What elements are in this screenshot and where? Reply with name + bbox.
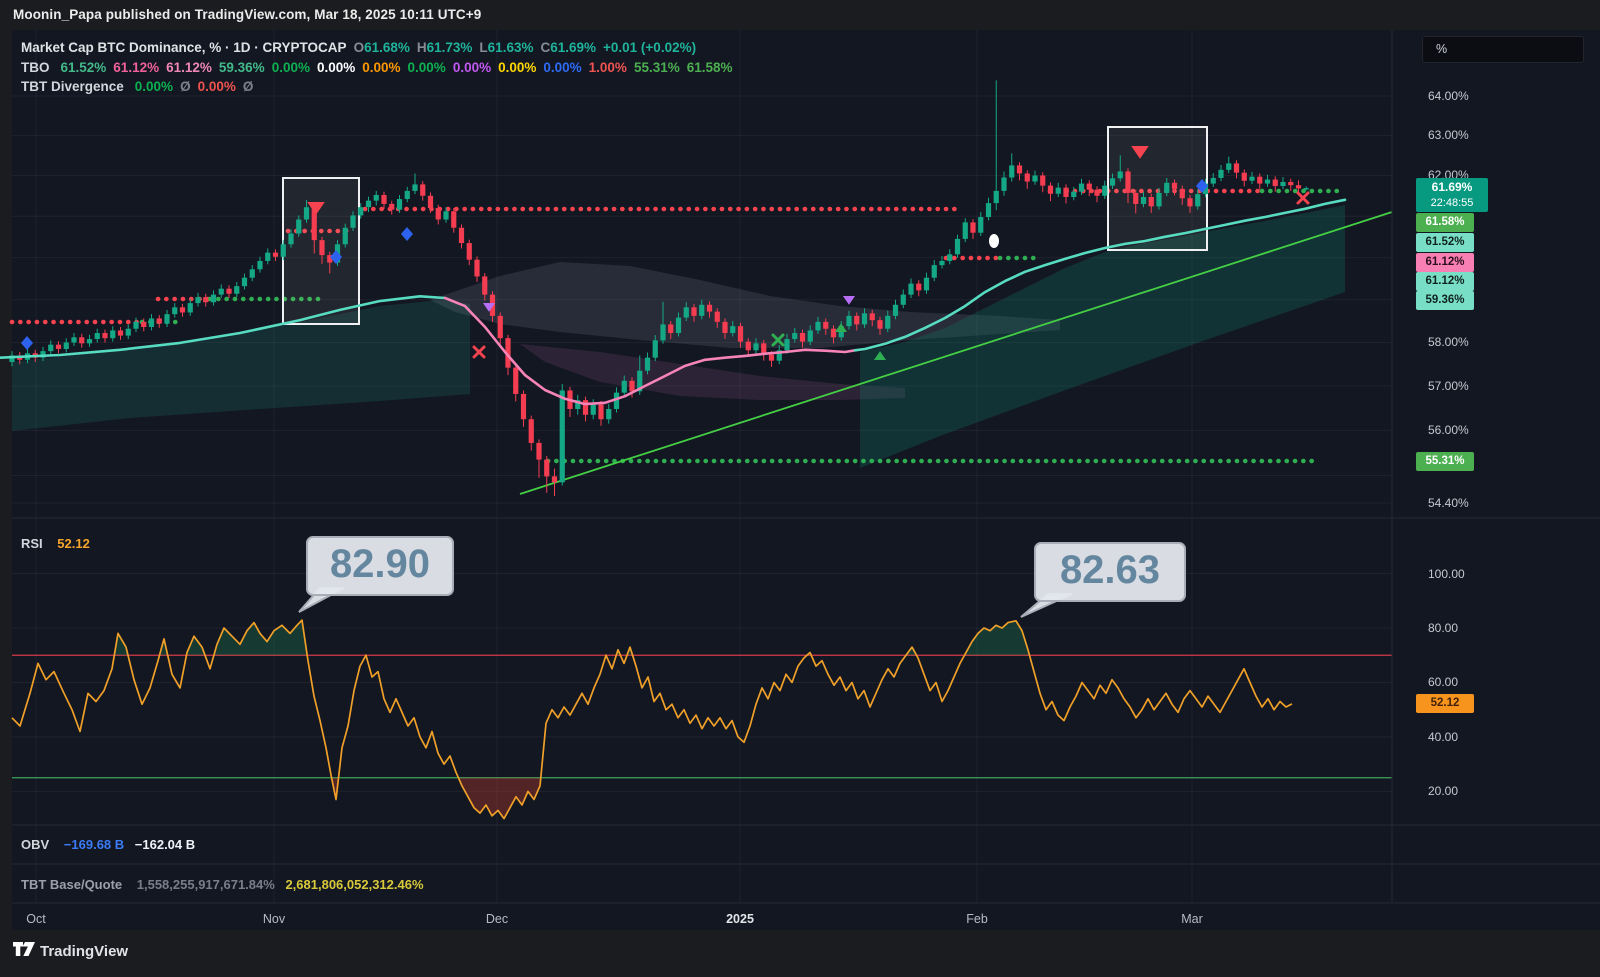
tbt-divergence-value: Ø [180, 79, 191, 94]
price-axis-label: 58.00% [1428, 335, 1498, 349]
time-axis-label: Mar [1181, 912, 1203, 926]
tbt-value-1: 1,558,255,917,671.84% [137, 877, 275, 892]
rsi-value: 52.12 [57, 536, 90, 551]
tbt-divergence-value: Ø [243, 79, 254, 94]
tbo-value: 0.00% [453, 60, 491, 75]
rsi-axis-label: 80.00 [1428, 621, 1498, 635]
price-axis-label: 56.00% [1428, 423, 1498, 437]
tbo-legend-row[interactable]: TBO 61.52% 61.12% 61.12% 59.36% 0.00% 0.00% 0.0… [21, 58, 733, 78]
ohlc-key: O [354, 40, 365, 55]
indicator-level-badge: 61.12% [1416, 253, 1474, 272]
footer-bar: TradingView [0, 930, 1600, 977]
rsi-axis-label: 60.00 [1428, 675, 1498, 689]
published-header-bar: Moonin_Papa published on TradingView.com… [0, 0, 1600, 30]
tbo-value: 61.58% [687, 60, 733, 75]
ohlc-value: 61.63% [488, 40, 534, 55]
ohlc-value: 61.69% [550, 40, 596, 55]
obv-value-1: −169.68 B [64, 837, 124, 852]
rsi-peak-callout[interactable]: 82.63 [1034, 542, 1186, 602]
obv-value-2: −162.04 B [135, 837, 195, 852]
tbo-value: 0.00% [362, 60, 400, 75]
tbo-value: 61.52% [61, 60, 107, 75]
price-axis-label: 57.00% [1428, 379, 1498, 393]
tbo-value: 0.00% [408, 60, 446, 75]
bar-countdown: 22:48:55 [1416, 196, 1488, 210]
price-axis-label: 63.00% [1428, 128, 1498, 142]
last-price-badge: 61.69%22:48:55 [1416, 178, 1488, 212]
rsi-legend-row[interactable]: RSI 52.12 [21, 536, 90, 551]
tbt-divergence-legend-row[interactable]: TBT Divergence 0.00% Ø 0.00% Ø [21, 77, 733, 97]
ohlc-key: C [540, 40, 550, 55]
tbt-divergence-label[interactable]: TBT Divergence [21, 79, 124, 94]
tradingview-published-chart: Moonin_Papa published on TradingView.com… [0, 0, 1600, 977]
rsi-label[interactable]: RSI [21, 536, 43, 551]
tbo-value: 1.00% [589, 60, 627, 75]
indicator-level-badge: 59.36% [1416, 291, 1474, 310]
tbo-value: 55.31% [634, 60, 680, 75]
published-text: Moonin_Papa published on TradingView.com… [13, 7, 481, 22]
time-axis-label: Dec [486, 912, 508, 926]
price-axis-label: 64.00% [1428, 89, 1498, 103]
change-value: +0.01 (+0.02%) [603, 40, 696, 55]
tbo-value: 0.00% [498, 60, 536, 75]
tbo-label[interactable]: TBO [21, 60, 50, 75]
symbol-legend-row[interactable]: Market Cap BTC Dominance, % · 1D · CRYPT… [21, 38, 733, 58]
indicator-level-badge: 61.58% [1416, 213, 1474, 232]
rsi-value-badge: 52.12 [1416, 694, 1474, 713]
ohlc-value: 61.73% [427, 40, 473, 55]
symbol-title[interactable]: Market Cap BTC Dominance, % · 1D · CRYPT… [21, 40, 347, 55]
rsi-axis-label: 100.00 [1428, 567, 1498, 581]
time-axis-label: 2025 [726, 912, 754, 926]
tradingview-brand-text[interactable]: TradingView [40, 943, 128, 960]
tbo-values: 61.52% 61.12% 61.12% 59.36% 0.00% 0.00% 0.00% 0… [54, 60, 733, 75]
time-axis-label: Oct [26, 912, 45, 926]
tbo-value: 61.12% [113, 60, 159, 75]
price-scale-unit-button[interactable]: % [1422, 36, 1584, 63]
obv-pane-row[interactable]: OBV −169.68 B −162.04 B [21, 837, 195, 852]
tbt-value-2: 2,681,806,052,312.46% [285, 877, 423, 892]
tbo-value: 0.00% [317, 60, 355, 75]
time-axis-label: Nov [263, 912, 285, 926]
indicator-level-badge: 61.52% [1416, 233, 1474, 252]
tbt-divergence-value: 0.00% [135, 79, 173, 94]
tbt-base-quote-label[interactable]: TBT Base/Quote [21, 877, 122, 892]
tbo-value: 0.00% [543, 60, 581, 75]
ohlc-value: 61.68% [364, 40, 410, 55]
legend-block: Market Cap BTC Dominance, % · 1D · CRYPT… [21, 38, 733, 97]
rsi-axis-label: 20.00 [1428, 784, 1498, 798]
last-price-value: 61.69% [1416, 178, 1488, 196]
ohlc-key: H [417, 40, 427, 55]
tradingview-logo-icon[interactable] [13, 942, 37, 962]
time-axis-label: Feb [966, 912, 988, 926]
tbt-divergence-values: 0.00% Ø 0.00% Ø [128, 79, 254, 94]
tbo-value: 61.12% [166, 60, 212, 75]
tbo-value: 59.36% [219, 60, 265, 75]
indicator-level-badge: 61.12% [1416, 272, 1474, 291]
tbt-base-quote-pane-row[interactable]: TBT Base/Quote 1,558,255,917,671.84% 2,6… [21, 877, 424, 892]
tbo-value: 0.00% [272, 60, 310, 75]
indicator-level-badge: 55.31% [1416, 452, 1474, 471]
ohlc-values: O61.68% H61.73% L61.63% C61.69% [347, 40, 596, 55]
price-axis-label: 54.40% [1428, 496, 1498, 510]
obv-label[interactable]: OBV [21, 837, 49, 852]
chart-canvas[interactable] [0, 0, 1600, 977]
tbt-divergence-value: 0.00% [198, 79, 236, 94]
rsi-axis-label: 40.00 [1428, 730, 1498, 744]
rsi-peak-callout[interactable]: 82.90 [306, 536, 454, 596]
ohlc-key: L [479, 40, 487, 55]
